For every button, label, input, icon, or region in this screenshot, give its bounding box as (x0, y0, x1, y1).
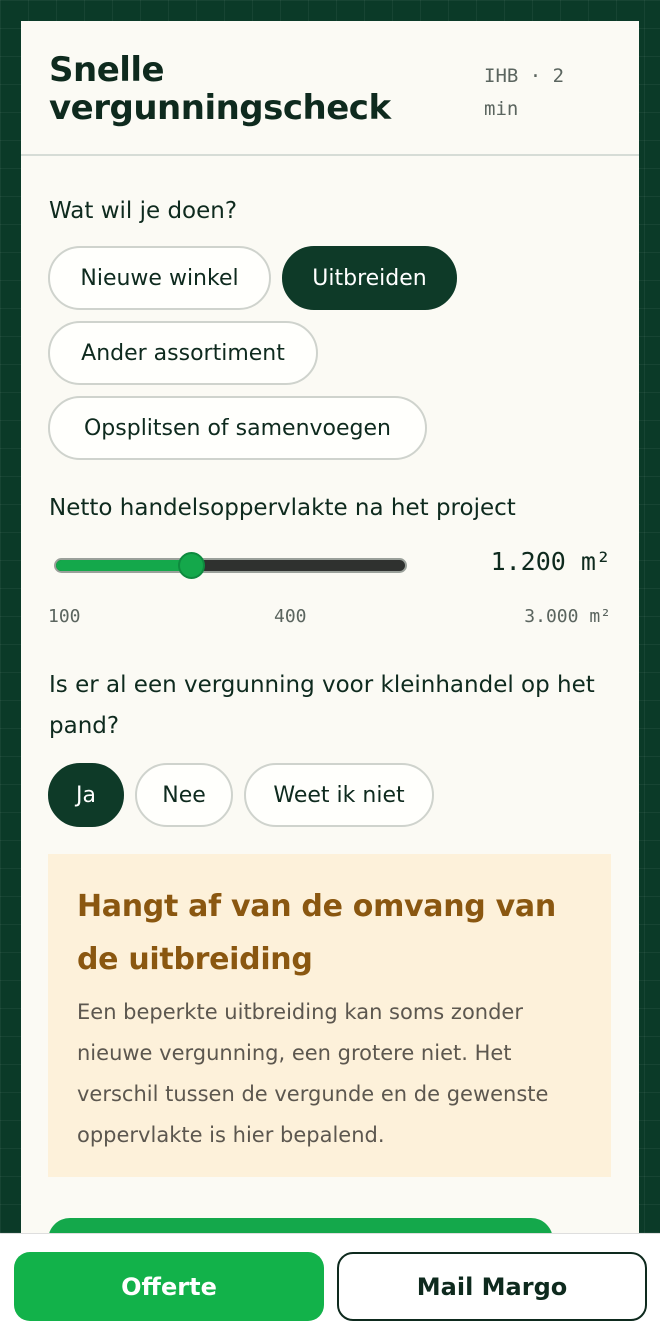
scale-min: 100 (48, 606, 81, 627)
question-action: Wat wil je doen? (49, 198, 238, 224)
mail-margo-button[interactable]: Mail Margo (337, 1252, 647, 1321)
surface-slider-track[interactable] (54, 558, 407, 573)
meta-info: IHB · 2 min (484, 65, 565, 120)
surface-slider-thumb[interactable] (178, 552, 206, 579)
option-weet-ik-niet[interactable]: Weet ik niet (244, 763, 434, 827)
option-uitbreiden[interactable]: Uitbreiden (282, 246, 457, 310)
scale-max: 3.000 m² (524, 606, 611, 627)
question-oppervlakte: Netto handelsoppervlakte na het project (49, 495, 516, 521)
offerte-button[interactable]: Offerte (14, 1252, 324, 1321)
bottom-action-bar: Offerte Mail Margo (0, 1233, 660, 1337)
card-header: Snelle vergunningscheck IHB · 2 min (21, 21, 639, 156)
result-notice: Hangt af van de omvang van de uitbreidin… (48, 854, 611, 1177)
slider-fill (56, 560, 193, 571)
page-title: Snelle vergunningscheck (49, 50, 391, 128)
option-ja[interactable]: Ja (48, 763, 124, 827)
scale-mid: 400 (274, 606, 307, 627)
question-vergunning: Is er al een vergunning voor kleinhandel… (49, 672, 595, 739)
notice-text: Een beperkte uitbreiding kan soms zonder… (77, 1000, 549, 1147)
option-nee[interactable]: Nee (135, 763, 233, 827)
option-ander-assortiment[interactable]: Ander assortiment (48, 321, 318, 385)
slider-value: 1.200 m² (490, 547, 611, 576)
option-nieuwe-winkel[interactable]: Nieuwe winkel (48, 246, 271, 310)
vergunningscheck-card: Snelle vergunningscheck IHB · 2 min Wat … (21, 21, 639, 1337)
notice-title: Hangt af van de omvang van de uitbreidin… (77, 889, 556, 977)
option-opsplitsen-samenvoegen[interactable]: Opsplitsen of samenvoegen (48, 396, 427, 460)
